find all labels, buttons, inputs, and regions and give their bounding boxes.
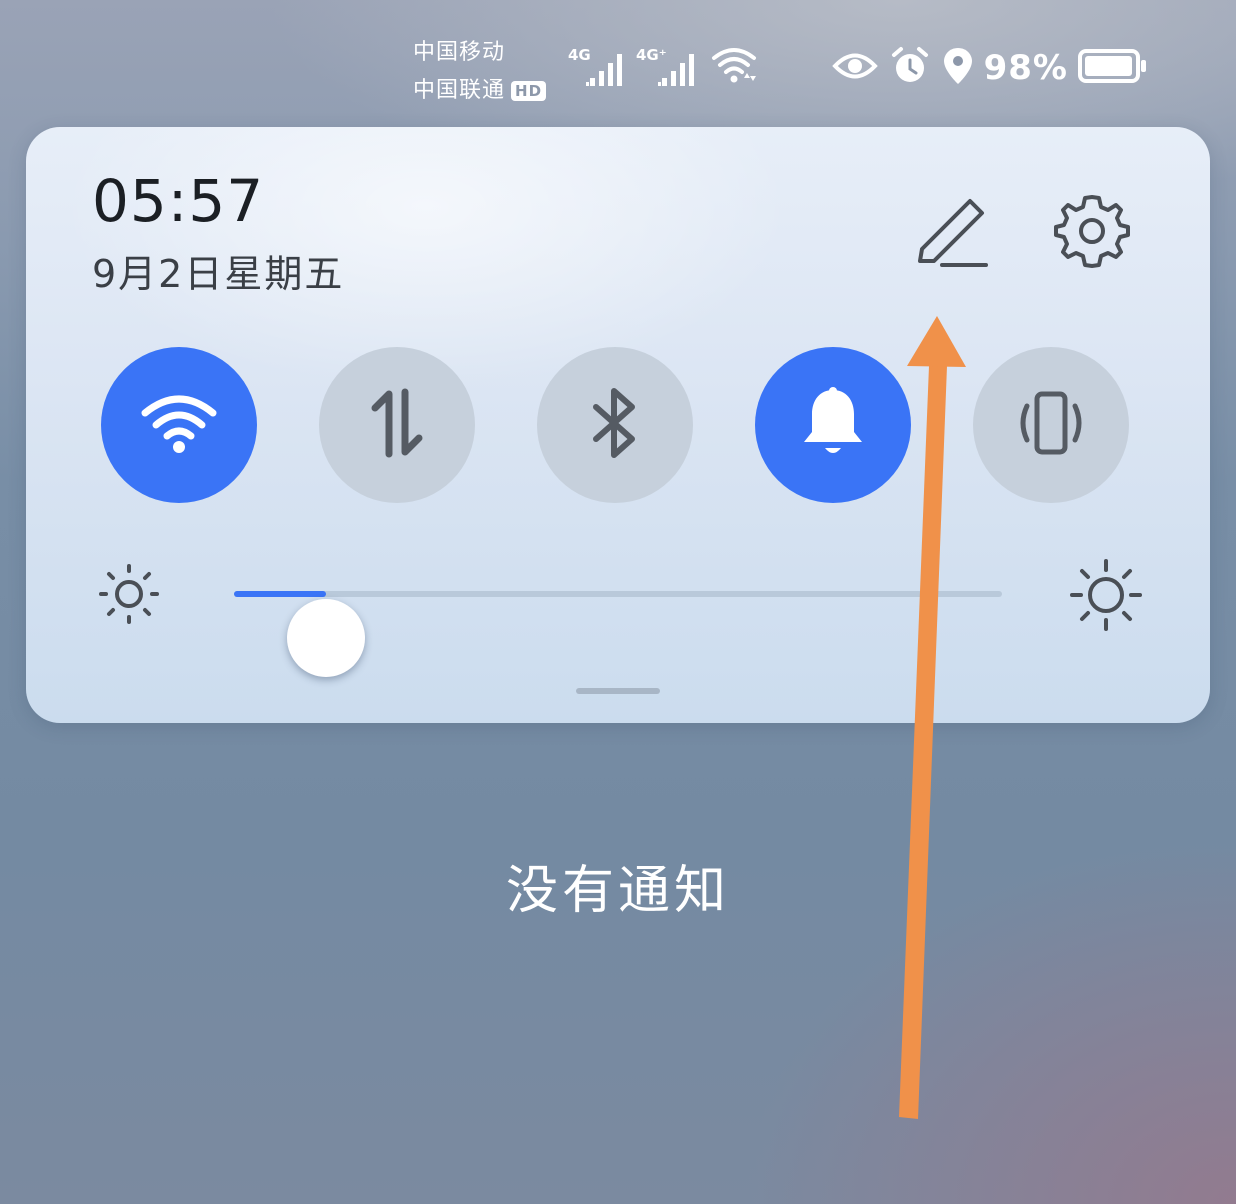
battery-icon xyxy=(1078,48,1148,88)
carrier-1-label: 中国移动 xyxy=(413,40,506,65)
sim2-signal-icon: 4G⁺ xyxy=(636,44,702,88)
no-notifications-label: 没有通知 xyxy=(505,861,730,921)
eye-icon xyxy=(831,49,878,87)
gear-icon[interactable] xyxy=(1052,191,1132,271)
brightness-row xyxy=(26,547,1210,677)
alarm-icon xyxy=(890,46,930,90)
wifi-icon xyxy=(139,391,219,459)
status-right-group: 98% xyxy=(831,46,1148,90)
bluetooth-icon xyxy=(590,385,640,465)
toggle-bluetooth[interactable] xyxy=(537,347,693,503)
location-icon xyxy=(942,46,974,90)
hd-badge: HD xyxy=(511,81,547,101)
bell-icon xyxy=(798,386,868,464)
clock-time: 05:57 xyxy=(92,167,265,235)
brightness-low-icon xyxy=(98,563,160,629)
pencil-edit-icon[interactable] xyxy=(910,193,990,273)
date-label: 9月2日星期五 xyxy=(92,252,345,296)
carrier-2-label: 中国联通 xyxy=(413,78,506,103)
brightness-slider-track[interactable] xyxy=(234,591,1002,677)
toggle-vibrate[interactable] xyxy=(973,347,1129,503)
panel-drag-handle[interactable] xyxy=(576,688,660,694)
vibrate-icon xyxy=(1013,390,1089,460)
brightness-slider-fill xyxy=(234,591,326,597)
battery-percent: 98% xyxy=(983,48,1068,88)
brightness-slider-thumb[interactable] xyxy=(287,599,365,677)
carrier-info: 中国移动 中国联通 HD xyxy=(413,34,547,110)
toggle-wifi[interactable] xyxy=(101,347,257,503)
status-bar: 中国移动 中国联通 HD 4G 4G⁺ 98% xyxy=(0,0,1236,110)
wifi-status-icon xyxy=(710,44,758,88)
sim1-signal-icon: 4G xyxy=(568,44,630,88)
data-arrows-icon xyxy=(367,388,427,462)
brightness-high-icon xyxy=(1068,557,1144,637)
toggle-mobile-data[interactable] xyxy=(319,347,475,503)
quick-settings-panel: 05:57 9月2日星期五 xyxy=(26,127,1210,723)
toggle-sound[interactable] xyxy=(755,347,911,503)
